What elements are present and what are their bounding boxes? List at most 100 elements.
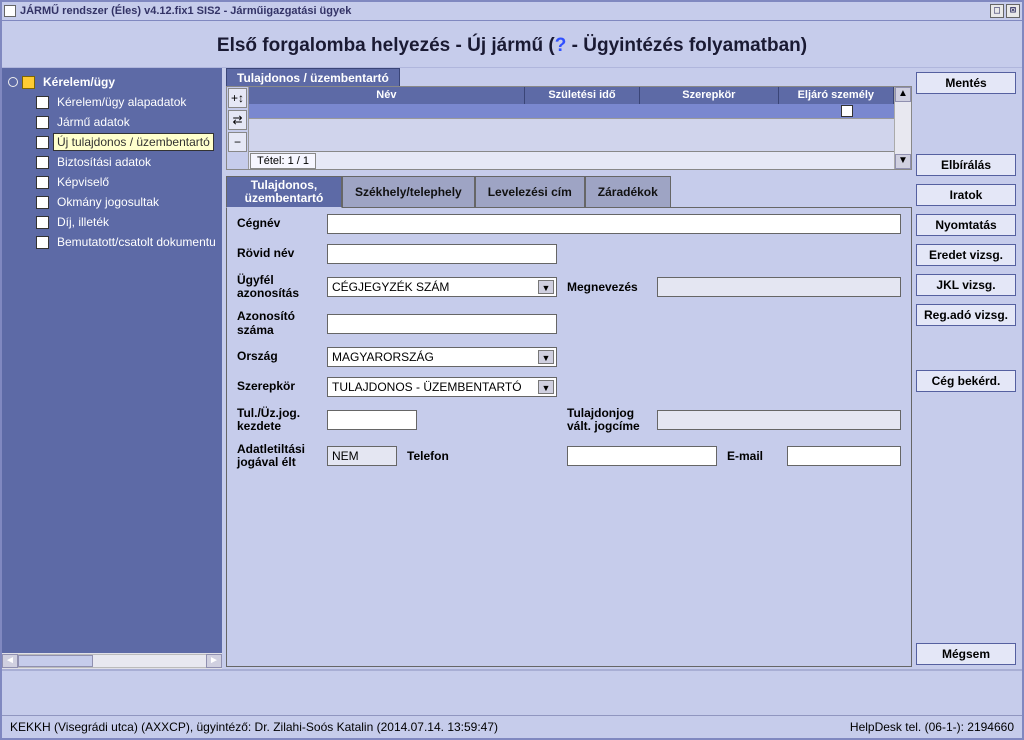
tree-item-label: Képviselő bbox=[53, 173, 113, 191]
page-icon bbox=[36, 196, 49, 209]
label-tuluz-kezdete: Tul./Üz.jog. kezdete bbox=[237, 407, 317, 433]
page-title-suffix: - Ügyintézés folyamatban) bbox=[566, 35, 807, 56]
input-azon-szama[interactable] bbox=[327, 314, 557, 334]
detail-panel: Tulajdonos, üzembentartó Székhely/teleph… bbox=[226, 176, 912, 667]
tree-item-label: Okmány jogosultak bbox=[53, 193, 163, 211]
app-icon bbox=[4, 5, 16, 17]
status-right: HelpDesk tel. (06-1-): 2194660 bbox=[850, 720, 1014, 734]
grid-counter: Tétel: 1 / 1 bbox=[250, 153, 316, 169]
tree-item-label: Kérelem/ügy alapadatok bbox=[53, 93, 190, 111]
grid-cell-actor-check[interactable] bbox=[800, 104, 894, 120]
page-title-prefix: Első forgalomba helyezés - Új jármű ( bbox=[217, 35, 555, 56]
select-ugyfel-azon[interactable]: CÉGJEGYZÉK SZÁM bbox=[327, 277, 557, 297]
input-megnevezes[interactable] bbox=[657, 277, 901, 297]
scroll-up-icon[interactable]: ▲ bbox=[895, 87, 911, 102]
status-left: KEKKH (Visegrádi utca) (AXXCP), ügyintéz… bbox=[10, 720, 498, 734]
grid-vertical-scrollbar[interactable]: ▲ ▼ bbox=[894, 87, 911, 169]
tree-item[interactable]: Okmány jogosultak bbox=[2, 192, 222, 212]
label-cegnev: Cégnév bbox=[237, 217, 317, 230]
tree-item-label: Bemutatott/csatolt dokumentu bbox=[53, 233, 220, 251]
label-telefon: Telefon bbox=[407, 450, 457, 463]
tree-item-selected[interactable]: Új tulajdonos / üzembentartó bbox=[2, 132, 222, 152]
status-bar: KEKKH (Visegrádi utca) (AXXCP), ügyintéz… bbox=[2, 715, 1022, 738]
grid-add-person-button[interactable]: +↕ bbox=[228, 88, 247, 108]
grid-remove-button[interactable]: − bbox=[228, 132, 247, 152]
app-window: JÁRMŰ rendszer (Éles) v4.12.fix1 SIS2 - … bbox=[0, 0, 1024, 740]
print-button[interactable]: Nyomtatás bbox=[916, 214, 1016, 236]
label-email: E-mail bbox=[727, 450, 777, 463]
input-rovidnev[interactable] bbox=[327, 244, 557, 264]
scroll-down-icon[interactable]: ▼ bbox=[895, 154, 911, 169]
label-orszag: Ország bbox=[237, 350, 317, 363]
review-button[interactable]: Elbírálás bbox=[916, 154, 1016, 176]
input-adatlet[interactable]: NEM bbox=[327, 446, 397, 466]
navigation-tree[interactable]: Kérelem/ügy Kérelem/ügy alapadatok Jármű… bbox=[2, 68, 222, 653]
page-icon bbox=[36, 96, 49, 109]
page-icon bbox=[36, 216, 49, 229]
tab-site[interactable]: Székhely/telephely bbox=[342, 176, 475, 208]
tab-owner[interactable]: Tulajdonos, üzembentartó bbox=[226, 176, 342, 208]
section-tab-row: Tulajdonos / üzembentartó bbox=[226, 68, 912, 86]
label-tuljog-valt: Tulajdonjog vált. jogcíme bbox=[567, 407, 647, 433]
input-telefon[interactable] bbox=[567, 446, 717, 466]
company-query-button[interactable]: Cég bekérd. bbox=[916, 370, 1016, 392]
tree-item-label: Díj, illeték bbox=[53, 213, 113, 231]
regtax-check-button[interactable]: Reg.adó vizsg. bbox=[916, 304, 1016, 326]
documents-button[interactable]: Iratok bbox=[916, 184, 1016, 206]
tree-item[interactable]: Képviselő bbox=[2, 172, 222, 192]
grid-swap-button[interactable]: ⇄ bbox=[228, 110, 247, 130]
tree-expand-icon[interactable] bbox=[8, 77, 18, 87]
owner-form: Cégnév Rövid név Ügyfél azonosítás CÉGJE… bbox=[226, 208, 912, 667]
tree-item[interactable]: Kérelem/ügy alapadatok bbox=[2, 92, 222, 112]
window-maximize-icon[interactable]: □ bbox=[990, 4, 1004, 18]
page-title-question-link[interactable]: ? bbox=[555, 35, 567, 56]
label-adatlet: Adatletiltási jogával élt bbox=[237, 443, 317, 469]
label-azon-szama: Azonosító száma bbox=[237, 310, 317, 336]
label-rovidnev: Rövid név bbox=[237, 247, 317, 260]
window-close-icon[interactable]: ⊠ bbox=[1006, 4, 1020, 18]
tree-item-label: Jármű adatok bbox=[53, 113, 134, 131]
tree-item[interactable]: Jármű adatok bbox=[2, 112, 222, 132]
select-szerepkor[interactable]: TULAJDONOS - ÜZEMBENTARTÓ bbox=[327, 377, 557, 397]
cancel-button[interactable]: Mégsem bbox=[916, 643, 1016, 665]
grid-row-selected[interactable] bbox=[249, 104, 894, 119]
page-title: Első forgalomba helyezés - Új jármű (? -… bbox=[2, 21, 1022, 68]
tab-clauses[interactable]: Záradékok bbox=[585, 176, 671, 208]
center-pane: Tulajdonos / üzembentartó +↕ ⇄ − Név Szü… bbox=[226, 68, 914, 669]
scroll-thumb[interactable] bbox=[18, 655, 93, 667]
grid-col-birth[interactable]: Születési idő bbox=[525, 87, 640, 104]
grid-footer: Tétel: 1 / 1 bbox=[249, 151, 894, 169]
tree-item[interactable]: Díj, illeték bbox=[2, 212, 222, 232]
label-megnevezes: Megnevezés bbox=[567, 281, 647, 294]
origin-check-button[interactable]: Eredet vizsg. bbox=[916, 244, 1016, 266]
save-button[interactable]: Mentés bbox=[916, 72, 1016, 94]
grid-toolbar: +↕ ⇄ − bbox=[227, 87, 249, 169]
scroll-track[interactable] bbox=[895, 102, 911, 154]
input-email[interactable] bbox=[787, 446, 901, 466]
tree-item-label: Biztosítási adatok bbox=[53, 153, 155, 171]
input-tuljog-valt[interactable] bbox=[657, 410, 901, 430]
tree-horizontal-scrollbar[interactable]: ◄ ► bbox=[2, 653, 222, 669]
grid-header: Név Születési idő Szerepkör Eljáró szemé… bbox=[249, 87, 894, 104]
bottom-spacer bbox=[2, 669, 1022, 715]
grid-body[interactable] bbox=[249, 104, 894, 151]
grid-col-name[interactable]: Név bbox=[249, 87, 525, 104]
window-title: JÁRMŰ rendszer (Éles) v4.12.fix1 SIS2 - … bbox=[20, 5, 351, 17]
owners-grid: +↕ ⇄ − Név Születési idő Szerepkör Eljár… bbox=[226, 86, 912, 170]
grid-col-role[interactable]: Szerepkör bbox=[640, 87, 778, 104]
grid-col-actor[interactable]: Eljáró személy bbox=[779, 87, 894, 104]
tree-root[interactable]: Kérelem/ügy bbox=[2, 72, 222, 92]
section-tab[interactable]: Tulajdonos / üzembentartó bbox=[226, 68, 400, 87]
folder-icon bbox=[22, 76, 35, 89]
scroll-right-icon[interactable]: ► bbox=[206, 654, 222, 668]
scroll-track[interactable] bbox=[18, 654, 206, 668]
tree-item[interactable]: Biztosítási adatok bbox=[2, 152, 222, 172]
input-cegnev[interactable] bbox=[327, 214, 901, 234]
detail-tabs: Tulajdonos, üzembentartó Székhely/teleph… bbox=[226, 176, 912, 208]
tab-mailing[interactable]: Levelezési cím bbox=[475, 176, 585, 208]
tree-item[interactable]: Bemutatott/csatolt dokumentu bbox=[2, 232, 222, 252]
scroll-left-icon[interactable]: ◄ bbox=[2, 654, 18, 668]
input-tuluz-kezdete[interactable] bbox=[327, 410, 417, 430]
select-orszag[interactable]: MAGYARORSZÁG bbox=[327, 347, 557, 367]
jkl-check-button[interactable]: JKL vizsg. bbox=[916, 274, 1016, 296]
